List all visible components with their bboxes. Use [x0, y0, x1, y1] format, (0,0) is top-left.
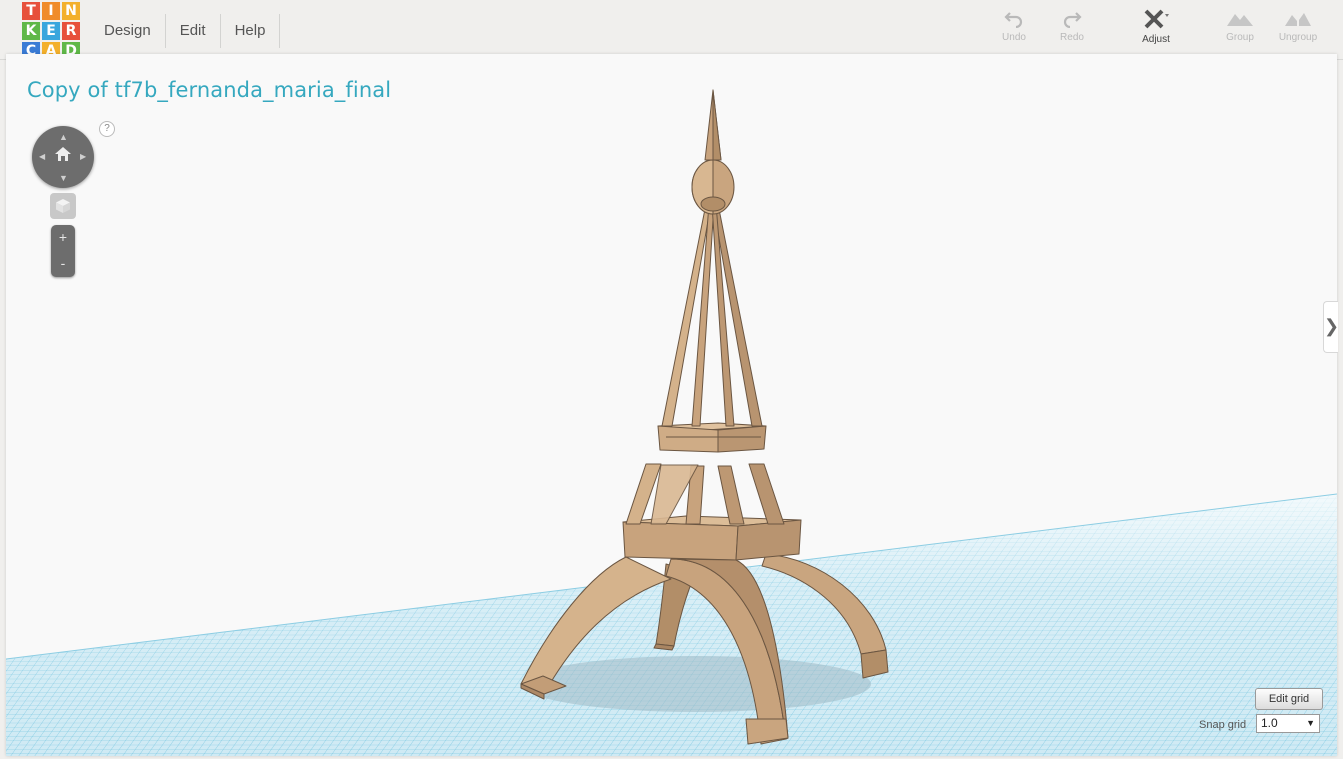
logo-letter: I [42, 2, 60, 20]
zoom-in-button[interactable]: + [51, 225, 75, 251]
zoom-control: + - [51, 225, 75, 277]
model-shadow [521, 656, 871, 712]
redo-button[interactable]: Redo [1043, 8, 1101, 43]
3d-scene[interactable] [6, 54, 1337, 756]
orbit-right-arrow[interactable]: ▶ [80, 152, 86, 161]
snap-grid-select[interactable]: 1.0 ▼ [1256, 714, 1320, 733]
undo-button[interactable]: Undo [985, 8, 1043, 43]
redo-icon [1063, 12, 1082, 28]
top-toolbar: TINKERCAD Design Edit Help Undo Redo Adj… [0, 0, 1343, 60]
undo-label: Undo [1002, 32, 1026, 43]
home-icon[interactable] [54, 146, 72, 162]
adjust-label: Adjust [1142, 34, 1170, 45]
design-title[interactable]: Copy of tf7b_fernanda_maria_final [27, 78, 391, 102]
menu-edit[interactable]: Edit [166, 14, 221, 48]
snap-grid-label: Snap grid [1199, 719, 1247, 731]
main-menu: Design Edit Help [90, 14, 281, 48]
zoom-out-button[interactable]: - [51, 251, 75, 277]
workplane-viewport[interactable]: Copy of tf7b_fernanda_maria_final ▲ ▼ ◀ … [6, 54, 1337, 756]
ungroup-icon [1285, 13, 1311, 26]
group-icon [1227, 14, 1253, 26]
orbit-navigation-pad[interactable]: ▲ ▼ ◀ ▶ [32, 126, 94, 188]
adjust-icon [1144, 9, 1169, 29]
adjust-button[interactable]: Adjust [1127, 8, 1185, 45]
cube-icon [56, 199, 70, 213]
group-button[interactable]: Group [1211, 8, 1269, 43]
help-button[interactable]: ? [99, 121, 115, 137]
side-panel-toggle[interactable]: ❯ [1323, 301, 1339, 353]
tinkercad-logo[interactable]: TINKERCAD [22, 2, 82, 62]
orbit-up-arrow[interactable]: ▲ [59, 132, 68, 142]
logo-letter: N [62, 2, 80, 20]
group-label: Group [1226, 32, 1254, 43]
logo-letter: K [22, 22, 40, 40]
dropdown-caret-icon: ▼ [1306, 718, 1315, 728]
logo-letter: T [22, 2, 40, 20]
menu-help[interactable]: Help [221, 14, 281, 48]
undo-icon [1004, 12, 1023, 28]
orbit-down-arrow[interactable]: ▼ [59, 173, 68, 183]
snap-grid-value: 1.0 [1261, 716, 1278, 730]
redo-label: Redo [1060, 32, 1084, 43]
menu-design[interactable]: Design [90, 14, 166, 48]
logo-letter: R [62, 22, 80, 40]
logo-letter: E [42, 22, 60, 40]
ungroup-button[interactable]: Ungroup [1269, 8, 1327, 43]
view-cube-button[interactable] [50, 193, 76, 219]
edit-grid-button[interactable]: Edit grid [1255, 688, 1323, 710]
orbit-left-arrow[interactable]: ◀ [39, 152, 45, 161]
ungroup-label: Ungroup [1278, 32, 1318, 43]
